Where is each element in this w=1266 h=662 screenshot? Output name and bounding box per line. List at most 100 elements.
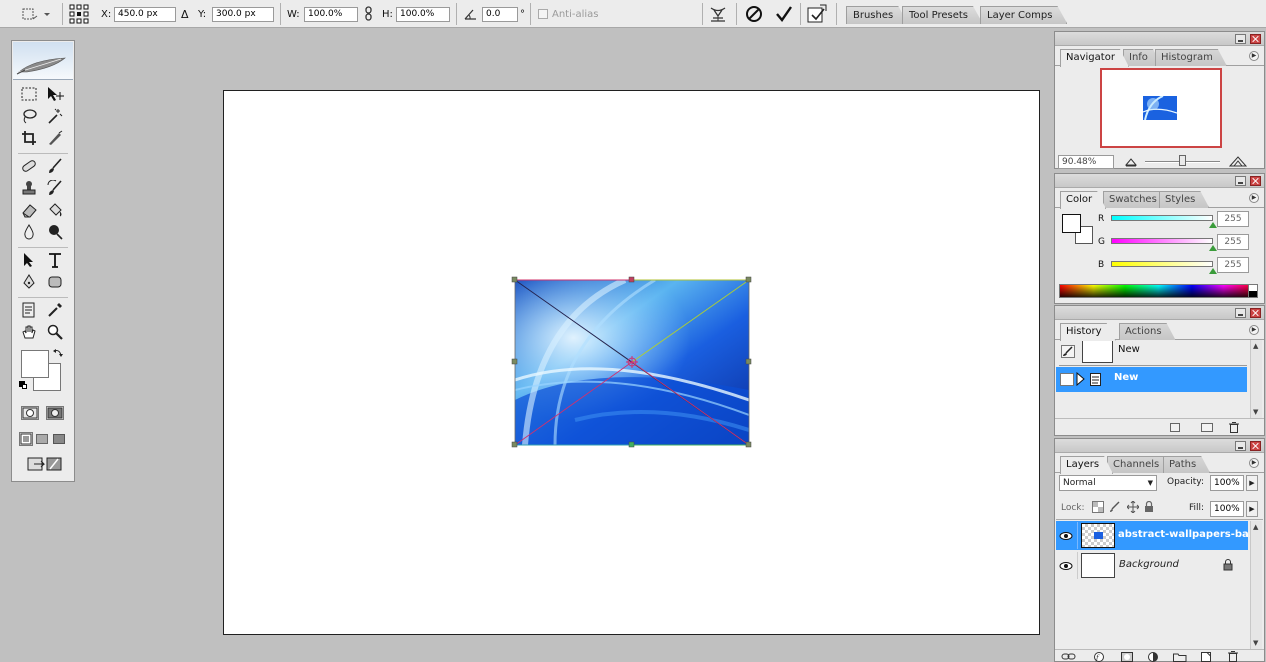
lock-image-pixels-icon[interactable] (1109, 501, 1121, 513)
opacity-input[interactable]: 100% (1210, 475, 1244, 491)
notes-tool[interactable] (19, 301, 39, 319)
color-foreground-swatch[interactable] (1062, 214, 1081, 233)
fill-input[interactable]: 100% (1210, 501, 1244, 517)
close-icon[interactable] (1250, 441, 1261, 451)
new-layer-icon[interactable] (1200, 652, 1212, 662)
panel-menu-icon[interactable]: ▶ (1249, 193, 1259, 203)
close-icon[interactable] (1250, 308, 1261, 318)
tab-color[interactable]: Color (1060, 191, 1106, 209)
blur-tool[interactable] (19, 223, 39, 241)
free-transform-bounding-box[interactable] (511, 276, 753, 449)
paint-bucket-tool[interactable] (45, 201, 65, 219)
zoom-in-icon[interactable] (1229, 156, 1247, 167)
red-slider-thumb[interactable] (1209, 222, 1217, 228)
red-value-input[interactable]: 255 (1217, 211, 1249, 227)
lock-position-icon[interactable] (1127, 501, 1139, 513)
layer-row[interactable]: Background (1056, 551, 1248, 580)
clone-stamp-tool[interactable] (19, 179, 39, 197)
commit-transform-button[interactable] (774, 0, 794, 28)
new-document-from-state-icon[interactable] (1170, 423, 1180, 432)
layer-style-icon[interactable]: f (1093, 652, 1105, 662)
panel-menu-icon[interactable]: ▶ (1249, 325, 1259, 335)
hand-tool[interactable] (19, 323, 39, 341)
y-position-input[interactable]: 300.0 px (212, 6, 274, 22)
navigator-view-box[interactable] (1100, 68, 1222, 148)
magic-wand-tool[interactable] (45, 107, 65, 125)
link-layers-icon[interactable] (1061, 652, 1077, 662)
full-screen-menu-mode-button[interactable] (36, 434, 48, 444)
blend-mode-select[interactable]: Normal ▼ (1059, 475, 1157, 491)
jump-to-imageready-button[interactable] (21, 455, 67, 473)
document-canvas[interactable] (223, 90, 1040, 635)
close-icon[interactable] (1250, 176, 1261, 186)
history-brush-tool[interactable] (45, 179, 65, 197)
swap-colors-icon[interactable] (53, 348, 63, 358)
layers-panel-titlebar[interactable] (1055, 439, 1264, 453)
tab-navigator[interactable]: Navigator (1060, 49, 1129, 67)
lock-all-icon[interactable] (1144, 501, 1154, 513)
panel-menu-icon[interactable]: ▶ (1249, 51, 1259, 61)
warp-mode-button[interactable] (708, 0, 728, 28)
eraser-tool[interactable] (19, 201, 39, 219)
navigator-zoom-input[interactable]: 90.48% (1058, 155, 1114, 169)
green-slider-thumb[interactable] (1209, 245, 1217, 251)
dodge-tool[interactable] (45, 223, 65, 241)
standard-mode-button[interactable] (21, 406, 39, 420)
tab-history[interactable]: History (1060, 323, 1116, 341)
trash-icon[interactable] (1228, 651, 1238, 662)
layers-scrollbar[interactable]: ▲ ▼ (1250, 521, 1262, 649)
brush-tool[interactable] (45, 157, 65, 175)
zoom-out-icon[interactable] (1125, 157, 1137, 167)
trash-icon[interactable] (1229, 422, 1239, 433)
color-spectrum-ramp[interactable] (1059, 284, 1258, 298)
well-tab-layer-comps[interactable]: Layer Comps (980, 6, 1067, 24)
x-position-input[interactable]: 450.0 px (114, 6, 176, 22)
history-panel-titlebar[interactable] (1055, 306, 1264, 320)
red-channel-slider[interactable] (1111, 215, 1213, 221)
antialias-checkbox-box[interactable] (538, 9, 548, 19)
tab-styles[interactable]: Styles (1159, 191, 1209, 208)
tool-preset-picker[interactable] (20, 0, 50, 28)
layer-row[interactable]: abstract-wallpapers-ba... (1056, 521, 1260, 550)
spectrum-white-black-swatches[interactable] (1248, 284, 1258, 298)
history-scrollbar[interactable]: ▲ ▼ (1250, 340, 1262, 418)
tab-layers[interactable]: Layers (1060, 456, 1113, 474)
height-input[interactable]: 100.0% (396, 6, 450, 22)
healing-brush-tool[interactable] (19, 157, 39, 175)
green-channel-slider[interactable] (1111, 238, 1213, 244)
well-tab-brushes[interactable]: Brushes (846, 6, 908, 24)
history-state-source-box[interactable] (1060, 373, 1074, 386)
rotation-angle-input[interactable]: 0.0 (482, 6, 518, 22)
well-tab-tool-presets[interactable]: Tool Presets (902, 6, 983, 24)
minimize-icon[interactable] (1235, 176, 1246, 186)
delta-icon[interactable]: Δ (181, 8, 189, 21)
blue-value-input[interactable]: 255 (1217, 257, 1249, 273)
new-snapshot-icon[interactable] (1201, 423, 1213, 432)
tab-histogram[interactable]: Histogram (1155, 49, 1227, 66)
eyedropper-tool[interactable] (45, 301, 65, 319)
history-snapshot[interactable]: New (1056, 339, 1263, 364)
close-icon[interactable] (1250, 34, 1261, 44)
eye-icon[interactable] (1059, 561, 1073, 571)
blue-channel-slider[interactable] (1111, 261, 1213, 267)
zoom-tool[interactable] (45, 323, 65, 341)
adjustment-layer-icon[interactable] (1147, 652, 1159, 662)
navigator-panel-titlebar[interactable] (1055, 32, 1264, 46)
minimize-icon[interactable] (1235, 441, 1246, 451)
lasso-tool[interactable] (19, 107, 39, 125)
reference-point-crosshair[interactable] (626, 356, 638, 368)
fill-slider-toggle[interactable]: ▶ (1246, 501, 1258, 517)
layer-mask-icon[interactable] (1121, 652, 1133, 662)
navigator-zoom-slider-thumb[interactable] (1179, 155, 1186, 166)
default-colors-icon[interactable] (19, 381, 27, 389)
reference-point-locator[interactable] (68, 0, 90, 28)
tab-actions[interactable]: Actions (1119, 323, 1176, 340)
quick-mask-button[interactable] (46, 406, 64, 420)
crop-tool[interactable] (19, 129, 39, 147)
tab-paths[interactable]: Paths (1163, 456, 1210, 473)
slice-tool[interactable] (45, 129, 65, 147)
blue-slider-thumb[interactable] (1209, 268, 1217, 274)
type-tool[interactable] (45, 251, 65, 269)
opacity-slider-toggle[interactable]: ▶ (1246, 475, 1258, 491)
shape-tool[interactable] (45, 273, 65, 291)
